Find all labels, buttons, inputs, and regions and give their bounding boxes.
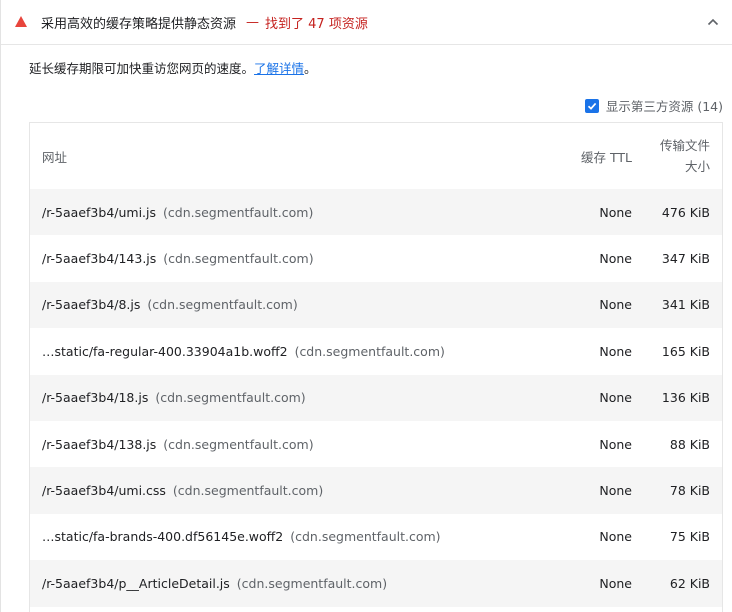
resource-path[interactable]: /r-5aaef3b4/138.js xyxy=(42,437,156,452)
cache-ttl-cell: None xyxy=(599,297,632,313)
resource-url-cell: …static/fa-brands-400.df56145e.woff2 (cdn… xyxy=(30,514,536,560)
resource-url-cell: /r-5aaef3b4/143.js (cdn.segmentfault.com) xyxy=(30,235,536,281)
resource-host: (cdn.segmentfault.com) xyxy=(172,483,324,499)
transfer-size-header-line2: 大小 xyxy=(684,159,710,174)
resource-host: (cdn.segmentfault.com) xyxy=(147,297,298,313)
column-header-url: 网址 xyxy=(42,149,68,165)
resource-path[interactable]: /r-5aaef3b4/18.js xyxy=(42,390,148,405)
cache-ttl-cell: None xyxy=(599,204,632,220)
transfer-size-header-line1: 传输文件 xyxy=(659,138,710,153)
cache-ttl-cell: None xyxy=(599,390,632,406)
description-end: 。 xyxy=(304,61,317,76)
resource-url-cell: /r-5aaef3b4/umi.css (cdn.segmentfault.com… xyxy=(30,467,536,513)
table-row: /r-5aaef3b4/umi.js (cdn.segmentfault.com)… xyxy=(30,189,722,236)
third-party-label: 显示第三方资源 (14) xyxy=(605,99,723,114)
transfer-size-cell: 62 KiB xyxy=(669,575,710,591)
audit-header[interactable]: 采用高效的缓存策略提供静态资源 — 找到了 47 项资源 xyxy=(1,0,732,45)
transfer-size-cell: 88 KiB xyxy=(669,436,710,452)
resources-table: 网址 缓存 TTL 传输文件 大小 /r-5aaef3b4/umi.js (cdn… xyxy=(29,122,723,612)
transfer-size-cell: 341 KiB xyxy=(661,297,710,313)
transfer-size-cell: 347 KiB xyxy=(661,251,710,267)
resource-url-cell: /r-5aaef3b4/umi.js (cdn.segmentfault.com) xyxy=(30,189,536,235)
audit-separator: — xyxy=(246,14,260,30)
resource-path[interactable]: …static/fa-brands-400.df56145e.woff2 xyxy=(42,529,283,544)
transfer-size-cell: 165 KiB xyxy=(661,343,710,359)
resource-url-cell: …static/fa-regular-400.33904a1b.woff2 (cd… xyxy=(30,328,536,374)
cache-ttl-cell: None xyxy=(599,483,632,499)
cache-ttl-cell: None xyxy=(599,251,632,267)
description-text: 延长缓存期限可加快重访您网页的速度。 xyxy=(29,61,255,76)
table-row: …static/fa-regular-400.33904a1b.woff2 (cd… xyxy=(30,328,722,374)
learn-more-link[interactable]: 了解详情 xyxy=(254,61,304,76)
column-header-transfer-size: 传输文件 大小 xyxy=(636,123,722,189)
table-row: /r-5aaef3b4/umi.css (cdn.segmentfault.com… xyxy=(30,467,722,514)
resource-url-cell: /r-5aaef3b4/18.js (cdn.segmentfault.com) xyxy=(30,375,536,421)
resource-url-cell: /r-5aaef3b4/p__ArticleDetail.js (cdn.segm… xyxy=(30,560,536,606)
resource-host: (cdn.segmentfault.com) xyxy=(163,251,314,267)
cache-ttl-cell: None xyxy=(599,575,632,591)
audit-panel: 采用高效的缓存策略提供静态资源 — 找到了 47 项资源 延长缓存期限可加快重访… xyxy=(0,0,732,612)
resource-path[interactable]: /r-5aaef3b4/143.js xyxy=(42,251,156,266)
third-party-checkbox[interactable] xyxy=(584,98,599,113)
warning-triangle-icon xyxy=(15,16,27,27)
resource-host: (cdn.segmentfault.com) xyxy=(163,204,314,220)
resource-path[interactable]: /r-5aaef3b4/p__ArticleDetail.js xyxy=(42,576,230,591)
resource-host: (cdn.segmentfault.com) xyxy=(163,436,314,452)
resource-path[interactable]: /r-5aaef3b4/8.js xyxy=(42,297,140,312)
cache-ttl-cell: None xyxy=(599,343,632,359)
transfer-size-cell: 75 KiB xyxy=(669,529,710,545)
resource-host: (cdn.segmentfault.com) xyxy=(294,343,445,359)
audit-description: 延长缓存期限可加快重访您网页的速度。了解详情。 xyxy=(29,58,317,77)
transfer-size-cell: 476 KiB xyxy=(661,204,710,220)
resource-host: (cdn.segmentfault.com) xyxy=(155,390,306,406)
resource-path[interactable]: /r-5aaef3b4/umi.css xyxy=(42,483,166,498)
table-row: /r-5aaef3b4/143.js (cdn.segmentfault.com)… xyxy=(30,235,722,281)
resource-host: (cdn.segmentfault.com) xyxy=(236,575,388,591)
cache-ttl-cell: None xyxy=(599,529,632,545)
resource-path[interactable]: /r-5aaef3b4/umi.js xyxy=(42,205,156,220)
resource-url-cell: /r-5aaef3b4/8.js (cdn.segmentfault.com) xyxy=(30,282,536,328)
table-row: /r-5aaef3b4/8.js (cdn.segmentfault.com) No… xyxy=(30,281,722,329)
checkmark-icon xyxy=(587,102,597,110)
audit-resource-count: 找到了 47 项资源 xyxy=(265,16,368,32)
cache-ttl-cell: None xyxy=(599,436,632,452)
resource-host: (cdn.segmentfault.com) xyxy=(290,529,441,545)
chevron-up-icon[interactable] xyxy=(705,14,721,30)
transfer-size-cell: 136 KiB xyxy=(661,390,710,406)
audit-title: 采用高效的缓存策略提供静态资源 xyxy=(41,16,237,32)
resource-path[interactable]: …static/fa-regular-400.33904a1b.woff2 xyxy=(42,344,288,359)
transfer-size-cell: 78 KiB xyxy=(669,483,710,499)
column-header-cache-ttl: 缓存 TTL xyxy=(581,149,632,165)
table-row: /r-5aaef3b4/p__ArticleDetail.js (cdn.segm… xyxy=(30,560,722,607)
table-header-row: 网址 缓存 TTL 传输文件 大小 xyxy=(30,123,722,189)
resource-url-cell: /r-5aaef3b4/138.js (cdn.segmentfault.com) xyxy=(30,421,536,467)
table-row: /r-5aaef3b4/18.js (cdn.segmentfault.com) N… xyxy=(30,374,722,421)
table-row: …static/fa-brands-400.df56145e.woff2 (cdn… xyxy=(30,514,722,560)
table-row: /r-5aaef3b4/138.js (cdn.segmentfault.com)… xyxy=(30,421,722,467)
third-party-filter[interactable]: 显示第三方资源 (14) xyxy=(584,96,723,115)
